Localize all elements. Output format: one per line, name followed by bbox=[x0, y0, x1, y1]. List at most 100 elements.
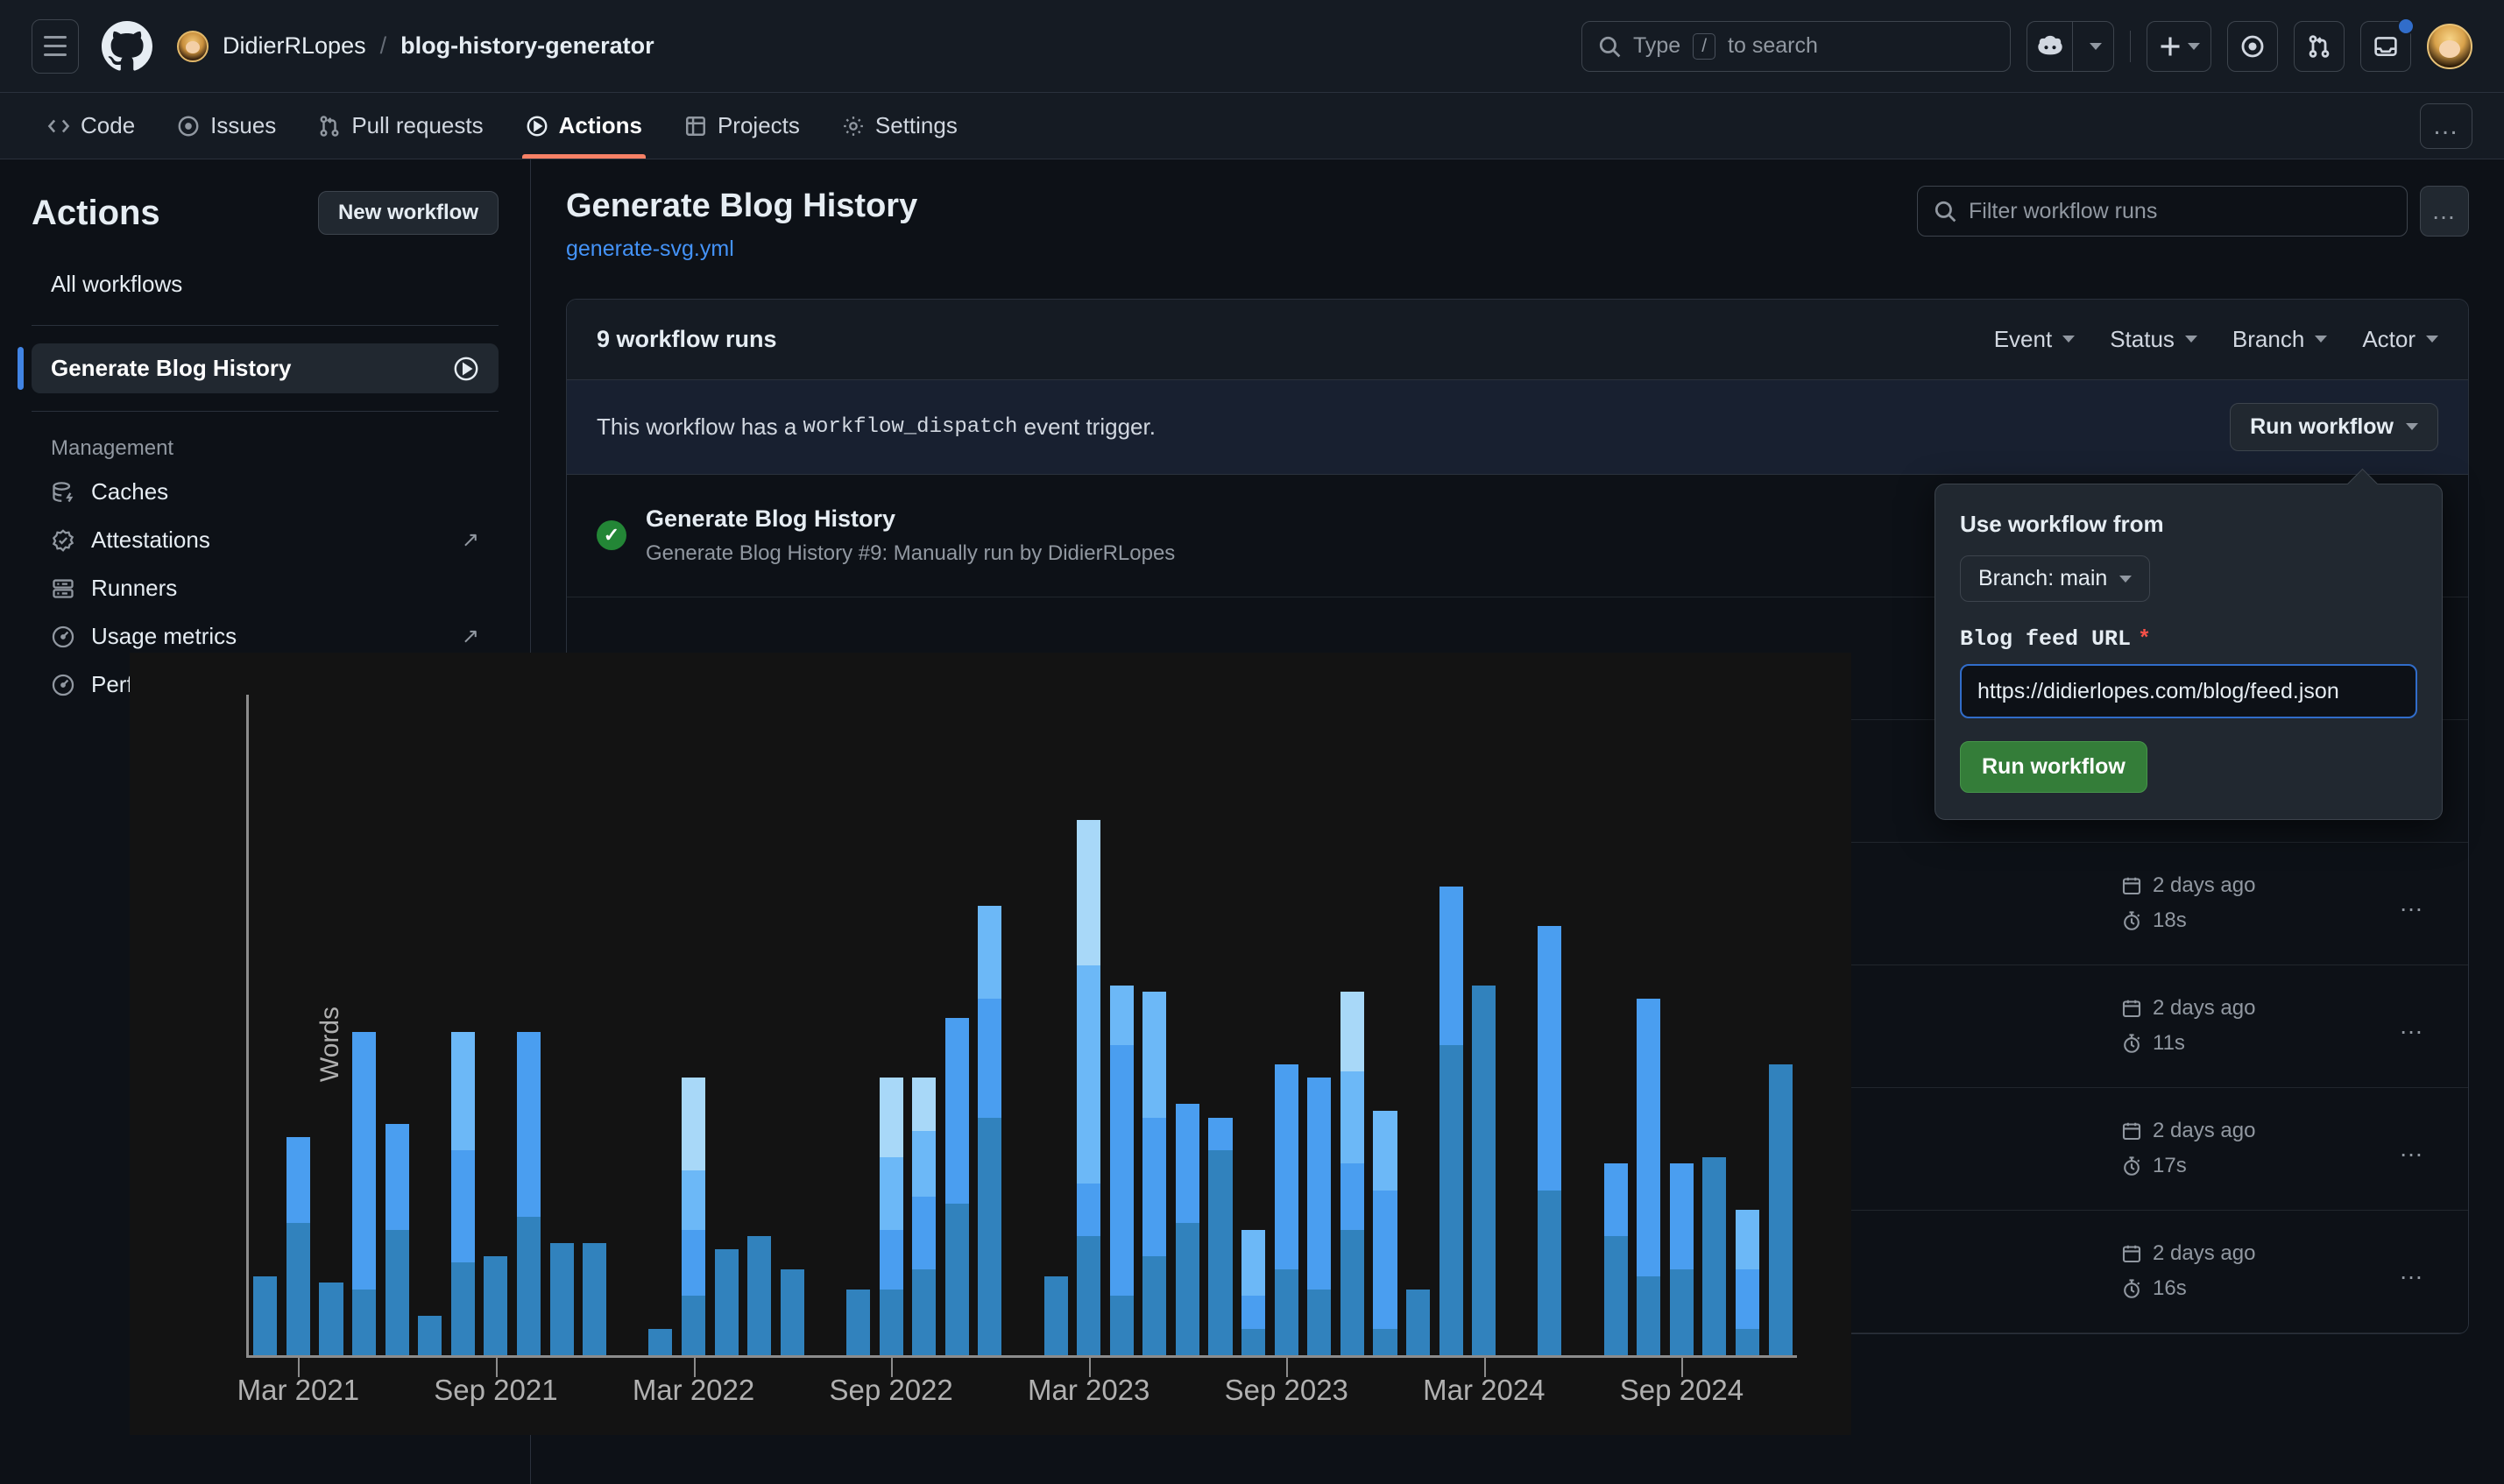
chart-bar-segment bbox=[945, 1018, 969, 1203]
chart-bar bbox=[249, 695, 282, 1355]
pull-requests-button[interactable] bbox=[2294, 21, 2345, 72]
issues-button[interactable] bbox=[2227, 21, 2278, 72]
chevron-down-icon bbox=[2090, 43, 2102, 50]
user-avatar[interactable] bbox=[2427, 24, 2472, 69]
chart-bar bbox=[513, 695, 546, 1355]
tab-settings[interactable]: Settings bbox=[826, 93, 973, 159]
calendar-icon bbox=[2121, 1120, 2142, 1141]
run-date-label: 2 days ago bbox=[2153, 873, 2255, 898]
chart-bar-segment bbox=[1176, 1104, 1199, 1223]
chart-bar-segment bbox=[945, 1204, 969, 1355]
breadcrumb-repo[interactable]: blog-history-generator bbox=[400, 32, 654, 60]
chart-bar bbox=[1731, 695, 1765, 1355]
runs-filters: Event Status Branch Actor bbox=[1994, 326, 2438, 353]
chart-bar bbox=[1698, 695, 1731, 1355]
new-workflow-button[interactable]: New workflow bbox=[318, 191, 499, 235]
chart-bar-segment bbox=[912, 1078, 936, 1130]
chart-bar bbox=[842, 695, 875, 1355]
run-meta: 2 days ago 18s bbox=[2121, 873, 2366, 933]
chart-bar-segment bbox=[1307, 1078, 1331, 1289]
chart-bar-segment bbox=[451, 1150, 475, 1262]
tab-issues[interactable]: Issues bbox=[161, 93, 292, 159]
branch-select[interactable]: Branch: main bbox=[1960, 555, 2150, 602]
run-workflow-dropdown-label: Run workflow bbox=[2250, 414, 2394, 440]
run-workflow-submit-button[interactable]: Run workflow bbox=[1960, 741, 2147, 793]
chart-bar bbox=[1533, 695, 1567, 1355]
workflow-file-link[interactable]: generate-svg.yml bbox=[566, 237, 917, 262]
chart-bar bbox=[776, 695, 810, 1355]
chart-bar-segment bbox=[1077, 820, 1100, 965]
breadcrumb-owner[interactable]: DidierRLopes bbox=[223, 32, 366, 60]
header-divider bbox=[2130, 31, 2131, 62]
runs-toolbar: 9 workflow runs Event Status Branch bbox=[567, 300, 2468, 380]
filter-status[interactable]: Status bbox=[2110, 326, 2197, 353]
workflow-overflow-button[interactable]: … bbox=[2420, 186, 2469, 237]
create-new-button[interactable] bbox=[2147, 21, 2211, 72]
run-duration-label: 17s bbox=[2153, 1154, 2187, 1178]
chart-bar bbox=[1204, 695, 1237, 1355]
tab-pull-requests[interactable]: Pull requests bbox=[302, 93, 499, 159]
issue-opened-icon bbox=[2240, 34, 2265, 59]
git-pull-request-icon bbox=[2307, 34, 2331, 59]
chart-bar-segment bbox=[517, 1217, 541, 1355]
chart-bar-segment bbox=[1340, 992, 1364, 1071]
search-icon bbox=[1934, 200, 1956, 223]
runs-count: 9 workflow runs bbox=[597, 326, 777, 353]
use-workflow-from-label: Use workflow from bbox=[1960, 511, 2417, 538]
chart-bar-segment bbox=[880, 1290, 903, 1355]
row-overflow-button[interactable]: … bbox=[2386, 1134, 2438, 1162]
sidebar-item-caches[interactable]: Caches bbox=[32, 468, 499, 516]
sidebar-item-all-workflows[interactable]: All workflows bbox=[32, 261, 499, 307]
run-title: Generate Blog History bbox=[646, 505, 2015, 533]
row-overflow-button[interactable]: … bbox=[2386, 1257, 2438, 1285]
chart-bar-segment bbox=[1077, 1236, 1100, 1355]
chart-bars bbox=[249, 695, 1797, 1355]
chart-bar-segment bbox=[1538, 1191, 1561, 1356]
chart-bar-segment bbox=[1110, 1045, 1134, 1297]
chart-bar-segment bbox=[1275, 1064, 1298, 1269]
dispatch-text-before: This workflow has a bbox=[597, 413, 796, 441]
chart-bar bbox=[1072, 695, 1106, 1355]
hamburger-icon[interactable] bbox=[32, 19, 79, 74]
run-duration-label: 18s bbox=[2153, 908, 2187, 933]
row-overflow-button[interactable]: … bbox=[2386, 889, 2438, 917]
chart-bar bbox=[1402, 695, 1435, 1355]
sidebar-item-attestations[interactable]: Attestations ↗ bbox=[32, 516, 499, 564]
tab-actions[interactable]: Actions bbox=[510, 93, 658, 159]
chart-bar bbox=[1039, 695, 1072, 1355]
stopwatch-icon bbox=[2121, 1155, 2142, 1177]
filter-actor[interactable]: Actor bbox=[2362, 326, 2438, 353]
chart-bar-segment bbox=[1538, 926, 1561, 1191]
stopwatch-icon bbox=[2121, 1278, 2142, 1299]
filter-branch[interactable]: Branch bbox=[2232, 326, 2327, 353]
chart-x-tick-label: Mar 2023 bbox=[1028, 1374, 1149, 1407]
avatar bbox=[177, 31, 209, 62]
chart-bar-segment bbox=[517, 1032, 541, 1217]
tab-code[interactable]: Code bbox=[32, 93, 151, 159]
copilot-button[interactable] bbox=[2027, 21, 2114, 72]
blog-feed-url-input[interactable] bbox=[1960, 664, 2417, 718]
chart-bar bbox=[348, 695, 381, 1355]
chart-bar-segment bbox=[1307, 1290, 1331, 1355]
chart-x-tick-label: Mar 2021 bbox=[237, 1374, 359, 1407]
chart-x-tick-label: Sep 2021 bbox=[434, 1374, 557, 1407]
filter-event[interactable]: Event bbox=[1994, 326, 2076, 353]
tab-projects[interactable]: Projects bbox=[668, 93, 816, 159]
chart-bar-segment bbox=[880, 1230, 903, 1290]
play-icon[interactable] bbox=[453, 356, 479, 382]
filter-workflow-runs-input[interactable]: Filter workflow runs bbox=[1917, 186, 2408, 237]
row-overflow-button[interactable]: … bbox=[2386, 1012, 2438, 1040]
chart-bar-segment bbox=[253, 1276, 277, 1355]
chart-bar bbox=[414, 695, 447, 1355]
sidebar-item-runners[interactable]: Runners bbox=[32, 564, 499, 612]
chart-bar-segment bbox=[880, 1078, 903, 1156]
sidebar-item-generate-blog-history[interactable]: Generate Blog History bbox=[32, 343, 499, 393]
nav-overflow-button[interactable]: … bbox=[2420, 103, 2472, 149]
chart-bar-segment bbox=[1340, 1163, 1364, 1229]
chart-bar-segment bbox=[1670, 1163, 1694, 1269]
chart-bar-segment bbox=[286, 1223, 310, 1355]
notifications-button[interactable] bbox=[2360, 21, 2411, 72]
github-logo[interactable] bbox=[102, 21, 152, 72]
search-input[interactable]: Type / to search bbox=[1581, 21, 2011, 72]
run-workflow-dropdown-button[interactable]: Run workflow bbox=[2230, 403, 2438, 451]
